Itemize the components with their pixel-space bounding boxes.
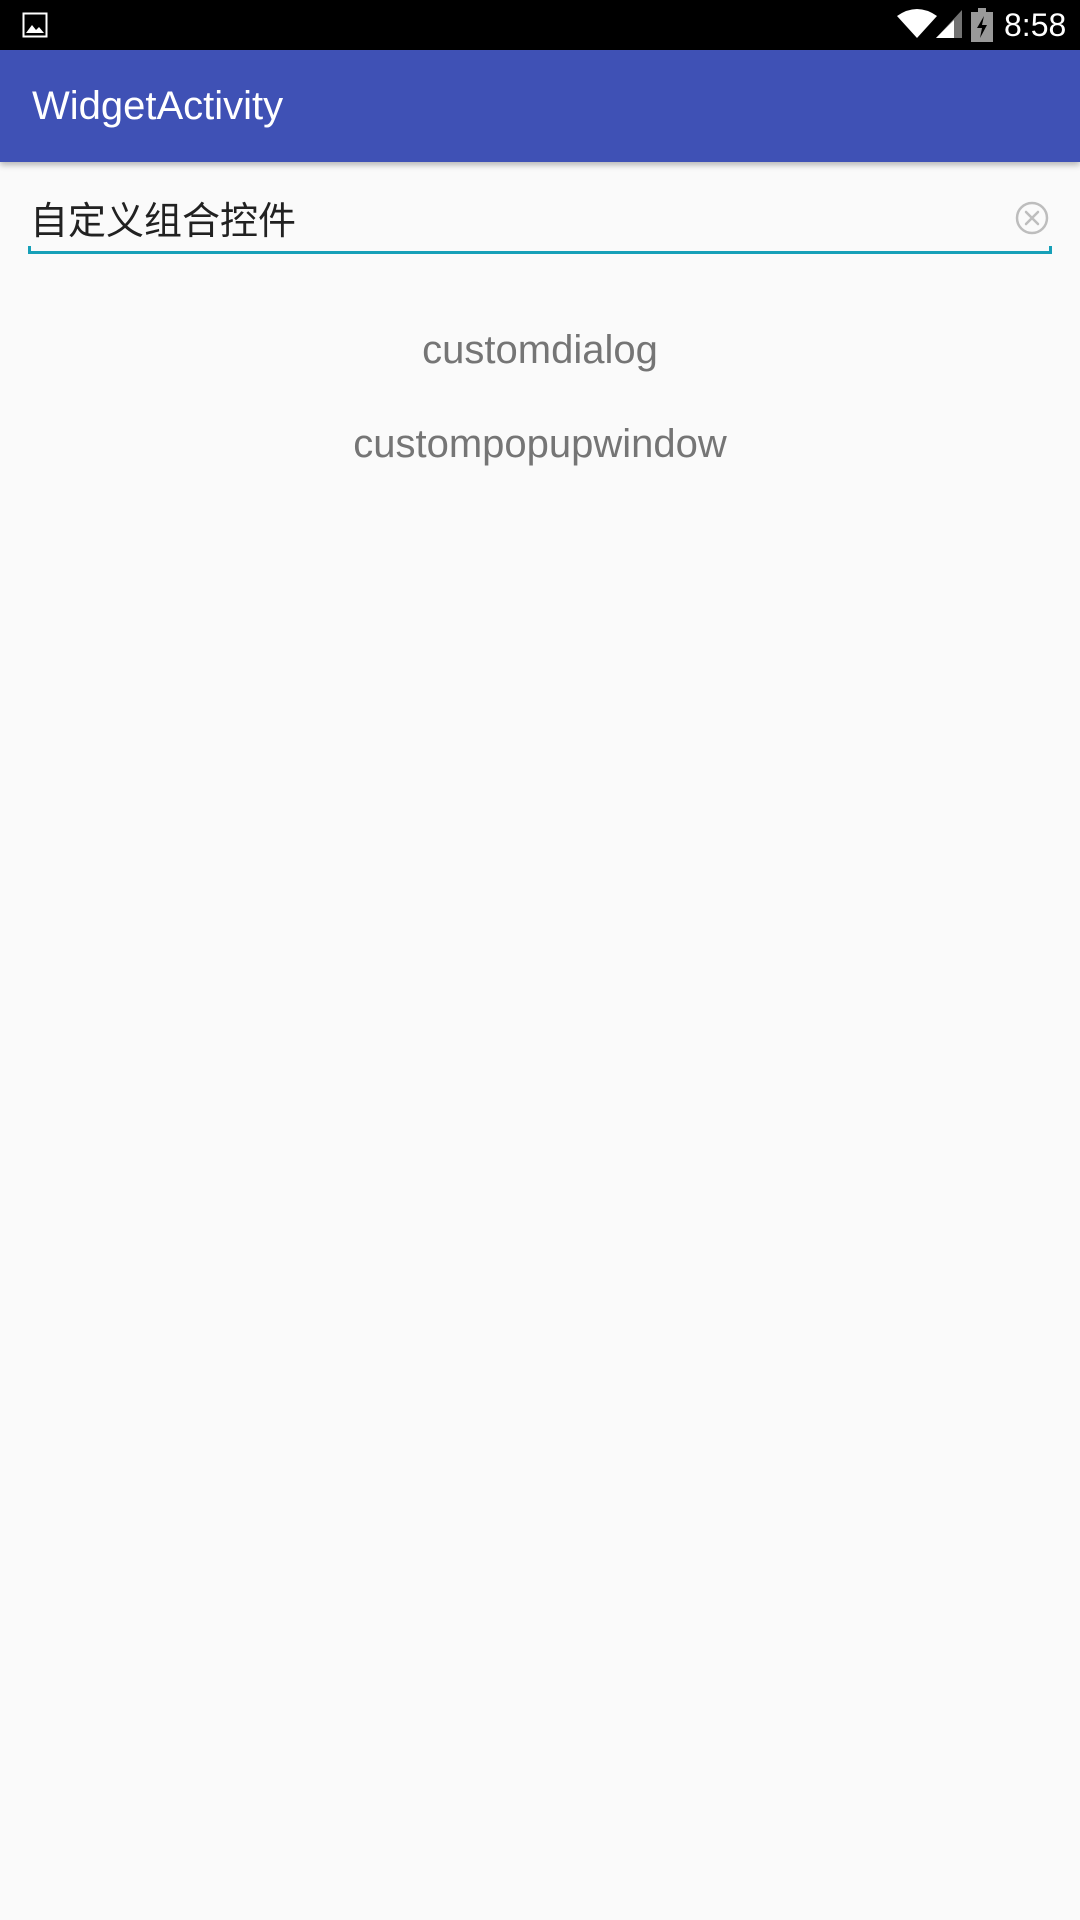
- signal-icon: [936, 10, 962, 38]
- app-bar: WidgetActivity: [0, 50, 1080, 162]
- search-input-value[interactable]: 自定义组合控件: [30, 198, 296, 244]
- list-item-custompopupwindow[interactable]: custompopupwindow: [0, 404, 1080, 484]
- search-input[interactable]: 自定义组合控件: [28, 188, 1052, 254]
- status-bar-time: 8:58: [1004, 7, 1067, 43]
- list-item-customdialog[interactable]: customdialog: [0, 310, 1080, 390]
- search-input-underline: [28, 251, 1052, 254]
- gallery-icon: [22, 12, 48, 38]
- battery-charging-icon: [971, 8, 993, 42]
- search-input-underline-cap-left: [28, 246, 31, 254]
- clear-circle-icon[interactable]: [1014, 200, 1050, 236]
- wifi-icon: [897, 9, 937, 38]
- app-bar-title: WidgetActivity: [32, 84, 284, 128]
- status-bar: 8:58: [0, 0, 1080, 50]
- search-input-underline-cap-right: [1049, 246, 1052, 254]
